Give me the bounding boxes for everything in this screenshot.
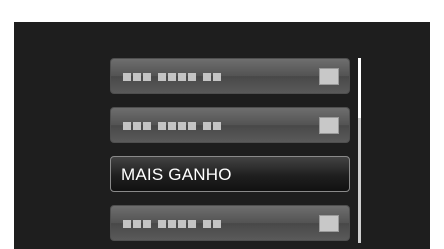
camera-menu-screen: MAIS GANHO [14, 22, 430, 249]
menu-item-label: MAIS GANHO [121, 165, 232, 184]
placeholder-value-icon [319, 68, 339, 85]
placeholder-text-icon [123, 73, 228, 81]
menu-item-2[interactable] [110, 107, 350, 143]
menu-item-4[interactable] [110, 205, 350, 241]
placeholder-value-icon [319, 117, 339, 134]
scrollbar-thumb[interactable] [358, 58, 361, 118]
placeholder-value-icon [319, 215, 339, 232]
menu-item-mais-ganho[interactable]: MAIS GANHO [110, 156, 350, 192]
placeholder-text-icon [123, 122, 228, 130]
placeholder-text-icon [123, 220, 228, 228]
menu-item-1[interactable] [110, 58, 350, 94]
